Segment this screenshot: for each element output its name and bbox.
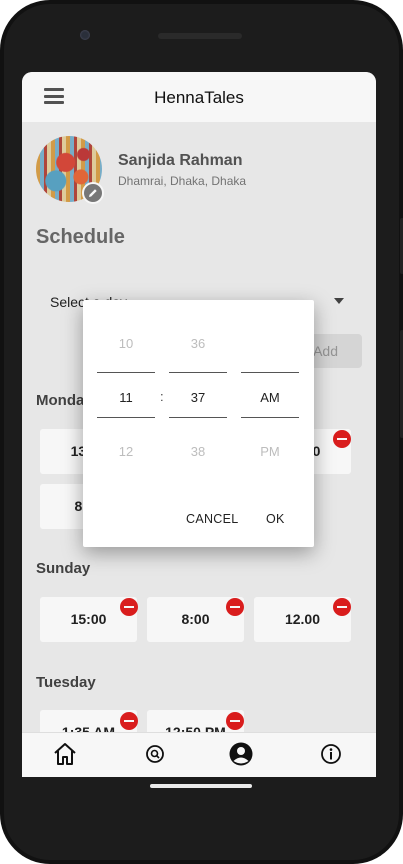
- ampm-option[interactable]: PM: [241, 444, 299, 459]
- ampm-selected[interactable]: AM: [241, 390, 299, 405]
- divider: [169, 372, 227, 373]
- app-screen: HennaTales Sanjida Rahman Dhamrai, Dhaka…: [22, 72, 376, 777]
- hour-column[interactable]: 10 11 12: [97, 300, 155, 480]
- hour-option[interactable]: 10: [97, 336, 155, 351]
- minute-column[interactable]: 36 37 38: [169, 300, 227, 480]
- minute-option[interactable]: 38: [169, 444, 227, 459]
- phone-frame: HennaTales Sanjida Rahman Dhamrai, Dhaka…: [0, 0, 403, 864]
- divider: [169, 417, 227, 418]
- divider: [241, 417, 299, 418]
- earpiece-speaker: [158, 33, 242, 39]
- hour-selected[interactable]: 11: [97, 390, 155, 405]
- ampm-column[interactable]: AM PM: [241, 300, 299, 480]
- front-camera: [80, 30, 90, 40]
- divider: [97, 417, 155, 418]
- ok-button[interactable]: OK: [266, 512, 285, 526]
- home-indicator: [150, 784, 252, 788]
- minute-option[interactable]: 36: [169, 336, 227, 351]
- time-separator: :: [160, 389, 164, 404]
- divider: [97, 372, 155, 373]
- minute-selected[interactable]: 37: [169, 390, 227, 405]
- divider: [241, 372, 299, 373]
- time-picker-dialog: 10 11 12 : 36 37 38 AM PM CANCEL OK: [83, 300, 314, 547]
- hour-option[interactable]: 12: [97, 444, 155, 459]
- cancel-button[interactable]: CANCEL: [186, 512, 239, 526]
